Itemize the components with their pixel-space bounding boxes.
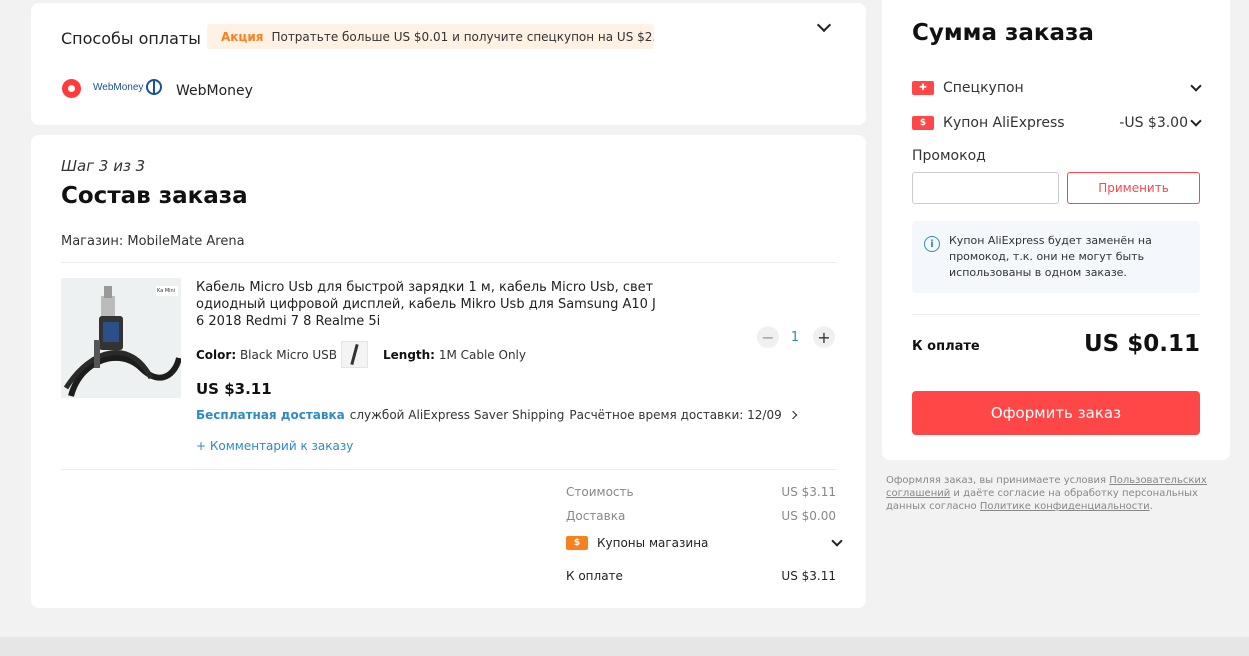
shipping-info[interactable]: Бесплатная доставка службой AliExpress S… — [196, 408, 797, 422]
thumb-caption: Ka Mini — [157, 288, 176, 294]
privacy-policy-link[interactable]: Политике конфиденциальности — [980, 501, 1150, 512]
divider — [912, 314, 1200, 315]
cost-row: Стоимость US $3.11 — [566, 485, 836, 499]
free-shipping-label: Бесплатная доставка — [196, 408, 345, 422]
quantity-value[interactable]: 1 — [786, 330, 804, 345]
order-summary-card: Сумма заказа ✚ Спецкупон $ Купон AliExpr… — [882, 0, 1230, 460]
coupon-info-text: Купон AliExpress будет заменён на промок… — [949, 234, 1152, 279]
shipping-row: Доставка US $0.00 — [566, 509, 836, 523]
store-total-row: К оплате US $3.11 — [566, 569, 836, 583]
promo-text: Потратьте больше US $0.01 и получите спе… — [271, 29, 654, 44]
quantity-decrease-button[interactable]: − — [757, 326, 779, 348]
total-label: К оплате — [912, 339, 980, 354]
order-card: Шаг 3 из 3 Состав заказа Магазин: Mobile… — [31, 135, 866, 608]
aliexpress-coupon-row[interactable]: $ Купон AliExpress -US $3.00 — [912, 115, 1202, 131]
shipping-service: службой AliExpress Saver Shipping — [349, 408, 565, 422]
apply-promo-button[interactable]: Применить — [1067, 172, 1200, 204]
payment-methods-card: Способы оплаты Акция Потратьте больше US… — [31, 3, 866, 125]
quantity-increase-button[interactable]: + — [813, 326, 835, 348]
divider — [61, 469, 836, 470]
add-comment-link[interactable]: + Комментарий к заказу — [196, 439, 353, 453]
payment-radio-webmoney[interactable] — [62, 79, 81, 98]
checkout-button[interactable]: Оформить заказ — [912, 391, 1200, 435]
webmoney-logo: WebMoney — [93, 79, 163, 95]
special-coupon-row[interactable]: ✚ Спецкупон — [912, 80, 1202, 96]
product-title[interactable]: Кабель Micro Usb для быстрой зарядки 1 м… — [196, 279, 661, 330]
footer-band — [0, 637, 1249, 656]
chevron-down-icon[interactable] — [1190, 115, 1202, 127]
chevron-down-icon[interactable] — [1190, 80, 1202, 92]
cable-image — [61, 278, 181, 398]
step-indicator: Шаг 3 из 3 — [61, 157, 146, 175]
total-value: US $0.11 — [1084, 331, 1200, 357]
globe-icon — [146, 79, 163, 95]
delivery-time: Расчётное время доставки: 12/09 — [569, 408, 782, 422]
product-image[interactable]: Ka Mini — [61, 278, 181, 398]
legal-notice: Оформляя заказ, вы принимаете условия По… — [886, 475, 1207, 512]
coupon-icon: ✚ — [912, 81, 934, 95]
summary-title: Сумма заказа — [912, 20, 1094, 46]
product-options: Color: Black Micro USB Length: 1M Cable … — [196, 341, 526, 368]
chevron-right-icon — [788, 410, 797, 420]
product-price: US $3.11 — [196, 380, 272, 398]
aliexpress-coupon-value: -US $3.00 — [1119, 115, 1188, 131]
variant-thumbnail — [340, 341, 368, 368]
coupon-dollar-icon: $ — [912, 116, 934, 130]
chevron-down-icon[interactable] — [816, 17, 832, 33]
promo-banner: Акция Потратьте больше US $0.01 и получи… — [207, 24, 654, 49]
color-value: Black Micro USB — [239, 347, 337, 362]
store-coupons-row[interactable]: $ Купоны магазина — [566, 535, 843, 550]
promo-code-input[interactable] — [912, 172, 1059, 204]
info-icon: i — [924, 236, 940, 252]
store-coupon-icon: $ — [566, 536, 588, 550]
order-title: Состав заказа — [61, 183, 248, 209]
length-value: 1M Cable Only — [438, 347, 526, 362]
promo-tag: Акция — [221, 29, 264, 44]
payment-methods-title: Способы оплаты — [61, 29, 201, 48]
divider — [61, 262, 836, 263]
chevron-down-icon[interactable] — [831, 535, 843, 547]
store-name[interactable]: Магазин: MobileMate Arena — [61, 234, 245, 249]
payment-method-name[interactable]: WebMoney — [176, 83, 253, 99]
coupon-info-box: i Купон AliExpress будет заменён на пром… — [912, 221, 1200, 293]
promo-code-label: Промокод — [912, 148, 986, 164]
